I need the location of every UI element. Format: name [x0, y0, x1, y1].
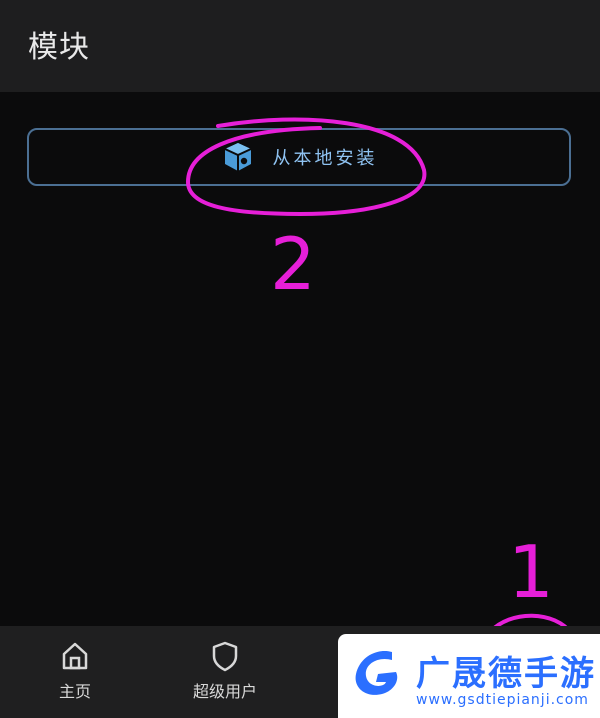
nav-item-home-label: 主页	[58, 682, 91, 701]
home-icon	[60, 640, 90, 672]
page-title: 模块	[28, 30, 90, 65]
install-from-local-button[interactable]: 从本地安装	[27, 128, 571, 186]
watermark-title: 广晟德手游	[416, 654, 596, 694]
nav-item-home[interactable]: 主页	[15, 640, 135, 702]
shield-icon	[210, 640, 240, 672]
install-from-local-label: 从本地安装	[272, 148, 378, 169]
watermark: 广晟德手游 www.gsdtiepianji.com	[338, 634, 600, 718]
top-app-bar: 模块	[0, 0, 600, 92]
annotation-step-2: 2	[270, 222, 316, 306]
box-icon	[221, 140, 255, 174]
nav-item-superuser-label: 超级用户	[192, 682, 257, 701]
nav-item-superuser[interactable]: 超级用户	[165, 640, 285, 702]
annotation-step-1: 1	[508, 530, 554, 614]
watermark-url: www.gsdtiepianji.com	[416, 692, 589, 708]
watermark-logo	[355, 650, 398, 695]
